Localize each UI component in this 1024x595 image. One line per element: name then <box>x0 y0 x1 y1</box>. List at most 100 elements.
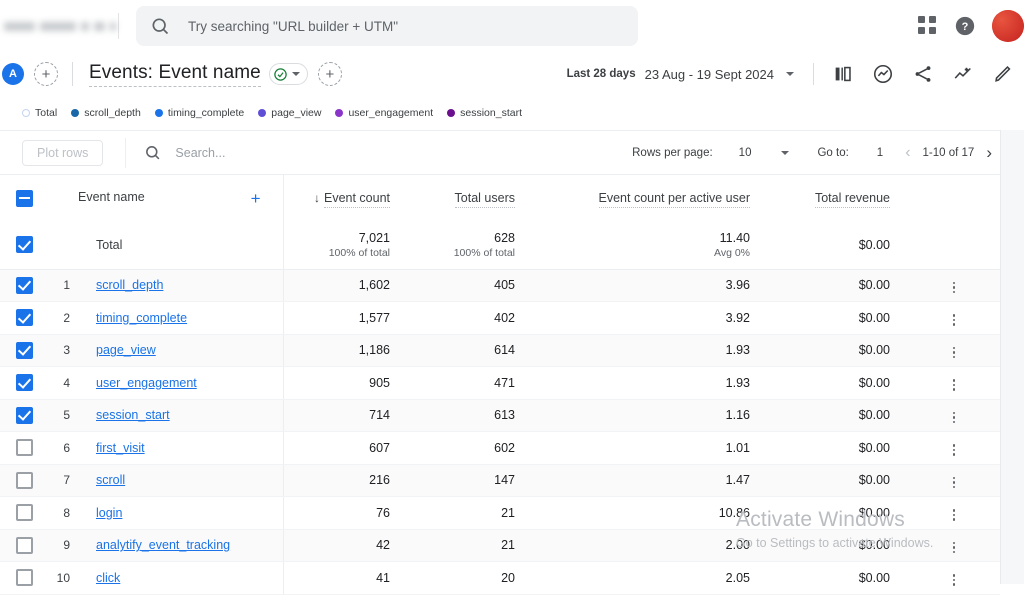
more-vert-icon[interactable] <box>943 505 966 525</box>
user-avatar[interactable] <box>992 10 1024 42</box>
date-range-value[interactable]: 23 Aug - 19 Sept 2024 <box>645 67 774 82</box>
more-vert-icon[interactable] <box>943 570 966 590</box>
table-row[interactable]: 7 scroll 216 147 1.47 $0.00 <box>0 464 1000 497</box>
more-vert-icon[interactable] <box>943 538 966 558</box>
property-selector-redacted[interactable] <box>4 0 116 52</box>
table-search[interactable]: Search... <box>144 144 225 161</box>
row-event-name-link[interactable]: first_visit <box>96 441 145 455</box>
row-event-name-link[interactable]: click <box>96 571 120 585</box>
row-checkbox-cell <box>0 301 48 335</box>
rows-per-page-value[interactable]: 10 <box>739 147 752 159</box>
row-checkbox[interactable] <box>15 471 33 489</box>
row-checkbox[interactable] <box>15 439 33 457</box>
more-vert-icon[interactable] <box>943 473 966 493</box>
legend-item[interactable]: scroll_depth <box>71 107 141 119</box>
row-total-revenue: $0.00 <box>768 399 908 432</box>
total-per-active-user-value: 11.40 <box>719 230 750 245</box>
trend-line-icon[interactable] <box>952 63 974 85</box>
select-all-checkbox[interactable] <box>15 189 33 207</box>
row-actions-cell <box>908 496 1000 530</box>
share-icon[interactable] <box>912 63 934 85</box>
add-dimension-column-button[interactable]: + <box>251 190 261 207</box>
row-event-name-link[interactable]: page_view <box>96 343 156 357</box>
row-checkbox[interactable] <box>15 406 33 424</box>
row-event-name-link[interactable]: timing_complete <box>96 311 187 325</box>
more-vert-icon[interactable] <box>943 310 966 330</box>
table-row[interactable]: 6 first_visit 607 602 1.01 $0.00 <box>0 431 1000 465</box>
row-total-users: 602 <box>408 431 533 465</box>
chevron-left-icon[interactable]: ‹ <box>905 144 910 161</box>
row-event-name-link[interactable]: analytify_event_tracking <box>96 538 230 552</box>
legend-item[interactable]: timing_complete <box>154 107 244 119</box>
rows-per-page-label: Rows per page: <box>632 146 713 159</box>
column-header-event-name[interactable]: Event name + <box>78 175 283 221</box>
legend-color-dot <box>447 109 456 117</box>
table-row[interactable]: 8 login 76 21 10.86 $0.00 <box>0 496 1000 530</box>
total-total-users-value: 628 <box>494 230 515 245</box>
row-index: 10 <box>48 561 78 595</box>
legend-item[interactable]: Total <box>22 107 57 119</box>
column-header-total-revenue[interactable]: Total revenue <box>768 175 908 221</box>
legend-item[interactable]: page_view <box>258 107 321 119</box>
report-table-card: Plot rows Search... Rows per page: 10 Go… <box>0 130 1000 595</box>
rows-per-page-chevron-down-icon[interactable] <box>781 150 790 155</box>
row-per-active-user: 10.86 <box>533 496 768 530</box>
row-checkbox[interactable] <box>15 276 33 294</box>
column-header-total-users[interactable]: Total users <box>408 175 533 221</box>
column-header-event-count[interactable]: ↓ Event count <box>282 175 408 221</box>
legend-label: session_start <box>460 107 522 119</box>
row-event-count: 76 <box>282 496 408 530</box>
table-row[interactable]: 5 session_start 714 613 1.16 $0.00 <box>0 399 1000 432</box>
more-vert-icon[interactable] <box>943 343 966 363</box>
total-row-checkbox-cell <box>0 221 48 270</box>
insights-icon[interactable] <box>872 63 894 85</box>
row-event-name-link[interactable]: scroll_depth <box>96 278 163 292</box>
table-row[interactable]: 1 scroll_depth 1,602 405 3.96 $0.00 <box>0 269 1000 302</box>
row-checkbox[interactable] <box>15 536 33 554</box>
comparison-badge-all-users[interactable]: A <box>2 63 24 85</box>
row-checkbox[interactable] <box>15 504 33 522</box>
row-total-revenue: $0.00 <box>768 301 908 335</box>
global-search-box[interactable]: Try searching "URL builder + UTM" <box>136 6 638 46</box>
row-index: 1 <box>48 269 78 302</box>
dimension-validated-pill[interactable] <box>268 63 308 85</box>
total-total-users: 628 100% of total <box>408 221 533 270</box>
add-dimension-button[interactable]: + <box>317 62 342 86</box>
legend-item[interactable]: session_start <box>447 107 522 119</box>
total-per-active-user: 11.40 Avg 0% <box>533 221 768 270</box>
more-vert-icon[interactable] <box>943 278 966 298</box>
table-row[interactable]: 10 click 41 20 2.05 $0.00 <box>0 561 1000 595</box>
row-checkbox[interactable] <box>15 374 33 392</box>
edit-pencil-icon[interactable] <box>992 63 1014 85</box>
apps-grid-icon[interactable] <box>918 16 938 36</box>
more-vert-icon[interactable] <box>943 440 966 460</box>
row-event-name-link[interactable]: scroll <box>96 473 125 487</box>
table-total-row: Total 7,021 100% of total 628 100% of total 1… <box>0 221 1000 270</box>
table-row[interactable]: 2 timing_complete 1,577 402 3.92 $0.00 <box>0 301 1000 335</box>
date-range-chevron-down-icon[interactable] <box>786 72 794 76</box>
compare-bars-icon[interactable] <box>832 63 854 85</box>
row-event-name-link[interactable]: session_start <box>96 408 170 422</box>
row-event-name-link[interactable]: user_engagement <box>96 376 197 390</box>
row-checkbox[interactable] <box>15 341 33 359</box>
row-checkbox[interactable] <box>15 309 33 327</box>
table-row[interactable]: 9 analytify_event_tracking 42 21 2.00 $0.00 <box>0 529 1000 562</box>
table-row[interactable]: 3 page_view 1,186 614 1.93 $0.00 <box>0 334 1000 367</box>
plot-rows-button[interactable]: Plot rows <box>22 139 104 166</box>
column-header-event-count-per-active-user[interactable]: Event count per active user <box>533 175 768 221</box>
table-row[interactable]: 4 user_engagement 905 471 1.93 $0.00 <box>0 366 1000 400</box>
total-row-checkbox[interactable] <box>15 236 33 254</box>
row-event-name-link[interactable]: login <box>96 506 122 520</box>
more-vert-icon[interactable] <box>943 375 966 395</box>
column-header-label: Event count <box>323 191 390 208</box>
row-event-name-cell: login <box>78 496 283 530</box>
row-per-active-user: 3.96 <box>533 269 768 302</box>
help-circle-icon[interactable]: ? <box>954 15 976 37</box>
legend-item[interactable]: user_engagement <box>335 107 433 119</box>
row-total-users: 405 <box>408 269 533 302</box>
page-title[interactable]: Events: Event name <box>89 62 261 87</box>
go-to-input[interactable]: 1 <box>877 147 883 159</box>
more-vert-icon[interactable] <box>943 408 966 428</box>
chevron-right-icon[interactable]: › <box>986 144 992 161</box>
add-comparison-button[interactable]: + <box>34 62 58 86</box>
